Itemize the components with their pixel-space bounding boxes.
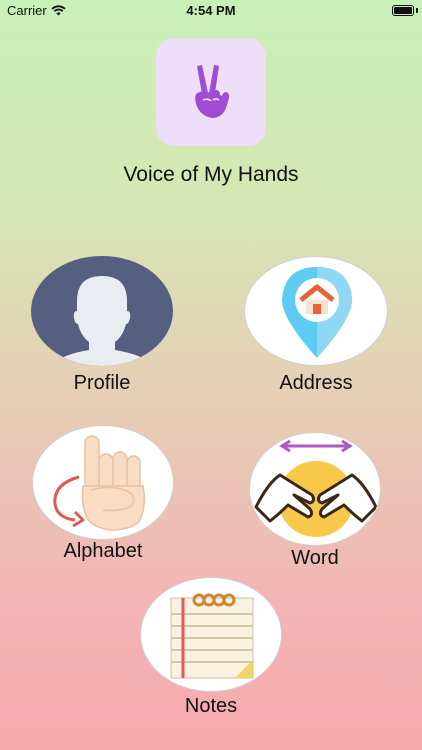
status-bar: Carrier 4:54 PM <box>0 0 422 22</box>
address-circle[interactable] <box>244 256 388 366</box>
app-logo <box>156 38 266 146</box>
notes-button[interactable]: Notes <box>140 577 282 717</box>
battery-cap <box>416 8 418 13</box>
app-title: Voice of My Hands <box>123 163 299 186</box>
address-label: Address <box>279 372 353 394</box>
notes-label: Notes <box>184 695 238 717</box>
person-silhouette-icon <box>49 276 155 366</box>
alphabet-button[interactable]: Alphabet <box>32 425 174 565</box>
clock: 4:54 PM <box>186 3 236 18</box>
home-location-pin-icon <box>282 267 352 358</box>
profile-circle[interactable] <box>31 256 173 366</box>
profile-label: Profile <box>73 372 131 394</box>
word-circle[interactable] <box>249 432 381 546</box>
battery-icon <box>392 5 414 16</box>
profile-button[interactable]: Profile <box>31 256 173 396</box>
signing-hands-icon <box>254 439 378 537</box>
finger-spelling-hand-icon <box>53 435 146 531</box>
address-button[interactable]: Address <box>244 256 388 396</box>
alphabet-circle[interactable] <box>32 425 174 540</box>
word-label: Word <box>291 547 339 569</box>
word-button[interactable]: Word <box>249 432 381 572</box>
notes-circle[interactable] <box>140 577 282 692</box>
victory-hand-icon <box>195 65 230 118</box>
notepad-icon <box>170 593 254 679</box>
alphabet-label: Alphabet <box>63 540 143 562</box>
